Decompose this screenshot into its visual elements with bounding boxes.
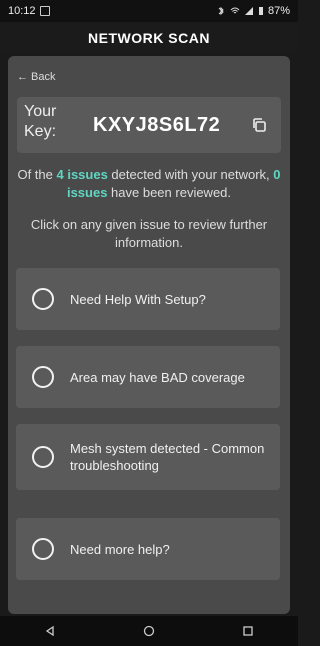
key-label: Your Key: xyxy=(24,103,57,140)
wifi-icon xyxy=(230,7,240,14)
status-right: 87% xyxy=(216,5,290,17)
issues-summary: Of the 4 issues detected with your netwo… xyxy=(12,166,286,202)
unchecked-circle-icon xyxy=(32,538,54,560)
page-title: NETWORK SCAN xyxy=(88,30,210,46)
system-nav-bar xyxy=(0,616,298,646)
notification-icon xyxy=(39,6,50,16)
issue-label: Need more help? xyxy=(70,541,170,557)
issue-label: Need Help With Setup? xyxy=(70,291,206,307)
summary-suffix: have been reviewed. xyxy=(107,185,232,200)
main-panel: ← Back Your Key: KXYJ8S6L72 Of the 4 iss… xyxy=(8,56,290,614)
app-header: NETWORK SCAN xyxy=(0,22,298,54)
issue-item-bad-coverage[interactable]: Area may have BAD coverage xyxy=(16,346,280,408)
status-bar: 10:12 87% xyxy=(0,0,298,22)
unchecked-circle-icon xyxy=(32,366,54,388)
copy-icon[interactable] xyxy=(251,117,267,133)
unchecked-circle-icon xyxy=(32,288,54,310)
key-value: KXYJ8S6L72 xyxy=(93,114,221,136)
back-link[interactable]: ← Back xyxy=(17,71,56,83)
circle-home-icon[interactable] xyxy=(137,619,161,643)
summary-middle: detected with your network, xyxy=(107,167,274,182)
battery-level: 87% xyxy=(267,5,290,17)
square-recents-icon[interactable] xyxy=(236,619,260,643)
issue-label: Mesh system detected - Common troublesho… xyxy=(70,441,265,473)
issue-item-more-help[interactable]: Need more help? xyxy=(16,518,280,580)
battery-icon xyxy=(258,7,263,15)
bluetooth-icon xyxy=(218,6,224,16)
signal-icon xyxy=(244,7,253,15)
status-time: 10:12 xyxy=(8,5,36,17)
key-box: Your Key: KXYJ8S6L72 xyxy=(17,97,281,153)
issue-item-setup-help[interactable]: Need Help With Setup? xyxy=(16,268,280,330)
issue-label: Area may have BAD coverage xyxy=(70,369,245,385)
issues-detected-count: 4 issues xyxy=(56,167,108,182)
issues-instruction: Click on any given issue to review furth… xyxy=(30,217,268,250)
summary-prefix: Of the xyxy=(17,167,57,182)
unchecked-circle-icon xyxy=(32,446,54,468)
issue-item-mesh-system[interactable]: Mesh system detected - Common troublesho… xyxy=(16,424,280,490)
triangle-back-icon[interactable] xyxy=(38,619,62,643)
status-left: 10:12 xyxy=(8,5,50,17)
